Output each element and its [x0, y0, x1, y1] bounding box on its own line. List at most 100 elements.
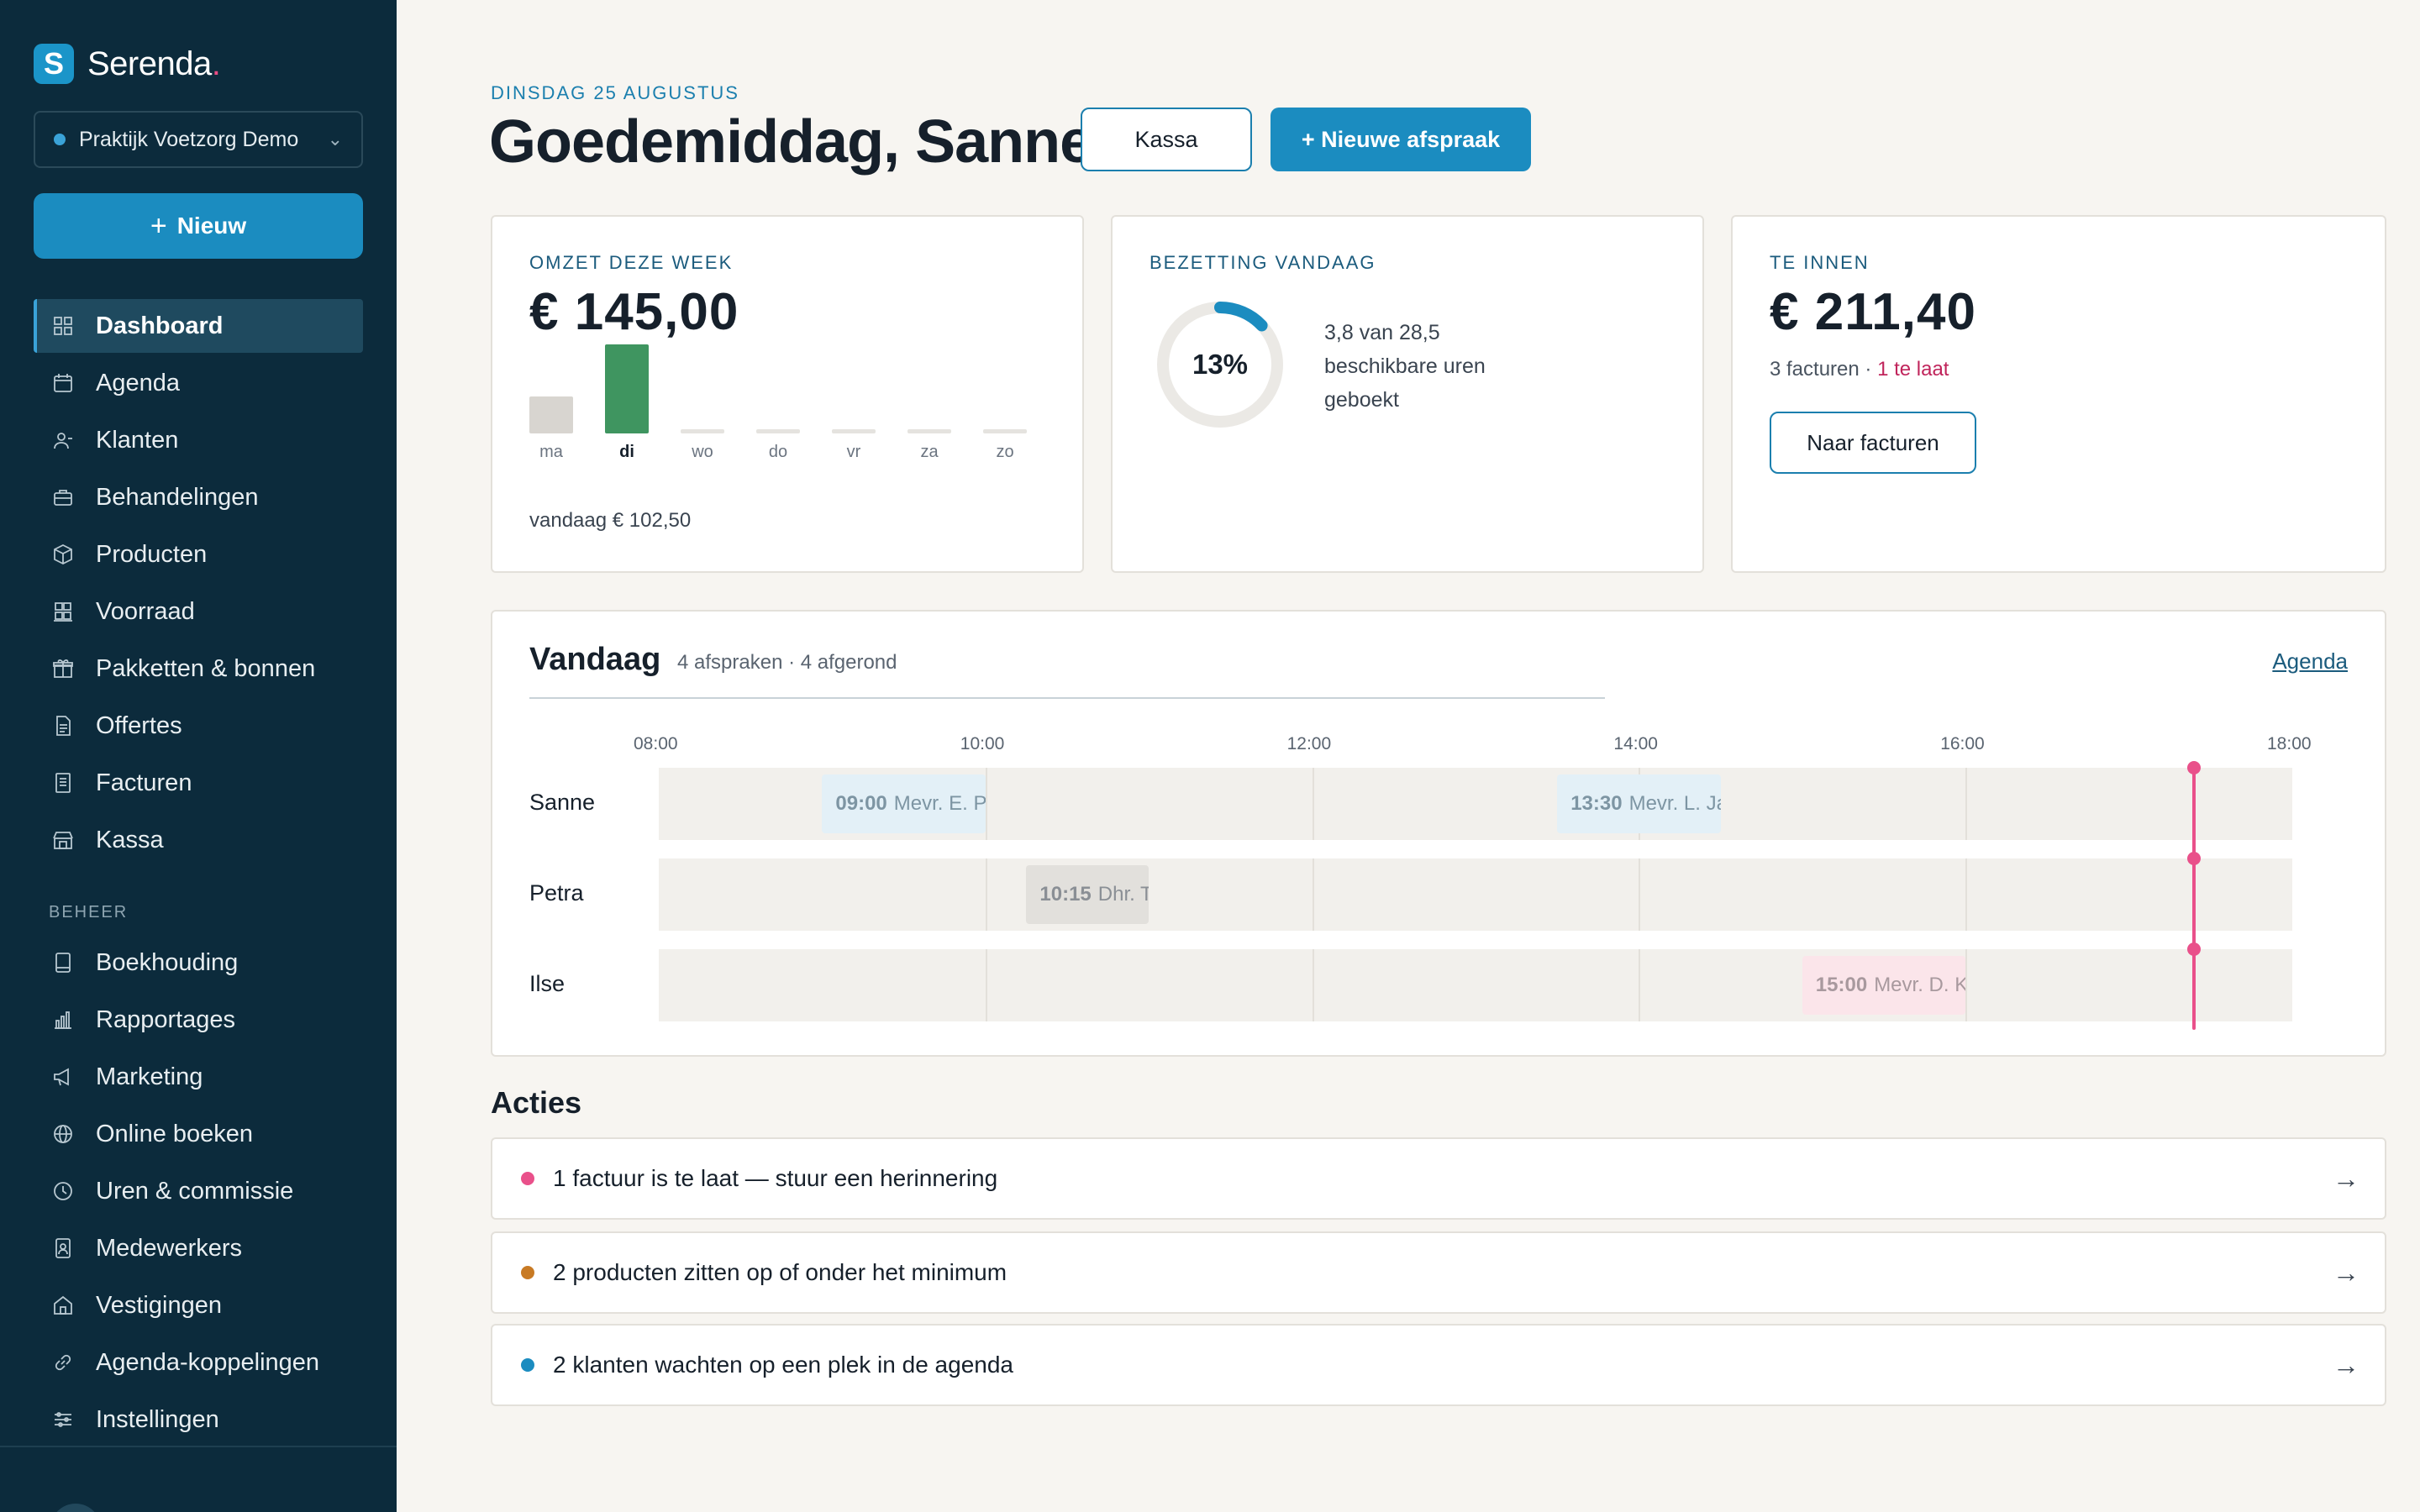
- bar-day-label: di: [619, 443, 634, 461]
- sidebar-item-marketing[interactable]: Marketing: [34, 1050, 363, 1104]
- brand-logo[interactable]: S Serenda.: [34, 44, 221, 84]
- hour-gridline: [1965, 768, 1968, 840]
- revenue-card: OMZET DEZE WEEK € 145,00 ma di wo do vr za zo …: [491, 215, 1084, 573]
- invoices-count: 3 facturen ·: [1770, 358, 1878, 381]
- stock-icon: [50, 599, 76, 624]
- register-icon: [50, 827, 76, 853]
- clock-icon: [50, 1179, 76, 1204]
- sidebar-item-boekhouding[interactable]: Boekhouding: [34, 936, 363, 990]
- bar-za: [908, 344, 951, 433]
- sidebar-item-facturen[interactable]: Facturen: [34, 756, 363, 810]
- sidebar-item-uren-commissie[interactable]: Uren & commissie: [34, 1164, 363, 1218]
- hour-label: 12:00: [1286, 734, 1332, 753]
- arrow-right-icon: →: [2333, 1163, 2360, 1194]
- sidebar-item-label: Instellingen: [96, 1405, 219, 1433]
- sidebar-item-vestigingen[interactable]: Vestigingen: [34, 1278, 363, 1332]
- sidebar-item-label: Klanten: [96, 426, 179, 454]
- new-button[interactable]: + Nieuw: [34, 193, 363, 259]
- sidebar-item-label: Voorraad: [96, 597, 195, 625]
- sidebar-item-offertes[interactable]: Offertes: [34, 699, 363, 753]
- bar-fill: [681, 429, 724, 433]
- briefcase-icon: [50, 485, 76, 510]
- sidebar-item-voorraad[interactable]: Voorraad: [34, 585, 363, 638]
- action-text: 2 producten zitten op of onder het minim…: [553, 1259, 1007, 1285]
- sidebar-item-agenda[interactable]: Agenda: [34, 356, 363, 410]
- staff-lane[interactable]: 15:00 Mevr. D. K: [659, 949, 2292, 1021]
- sidebar-item-label: Marketing: [96, 1063, 203, 1090]
- hour-gridline: [985, 768, 987, 840]
- actions-title: Acties: [491, 1085, 582, 1120]
- action-text: 1 factuur is te laat — stuur een herinne…: [553, 1165, 998, 1191]
- sidebar-divider: [0, 1446, 397, 1447]
- sidebar-item-medewerkers[interactable]: Medewerkers: [34, 1221, 363, 1275]
- staff-name: Sanne: [529, 790, 596, 815]
- sidebar-nav-main: Dashboard Agenda Klanten Behandelingen Produ…: [34, 299, 363, 870]
- hour-label: 16:00: [1940, 734, 1985, 753]
- sidebar-nav-beheer: Boekhouding Rapportages Marketing Online bo…: [34, 936, 363, 1450]
- chart-icon: [50, 1007, 76, 1032]
- today-schedule-card: Vandaag 4 afspraken · 4 afgerond Agenda …: [491, 610, 2386, 1057]
- building-icon: [50, 1293, 76, 1318]
- action-item[interactable]: 2 klanten wachten op een plek in de agen…: [491, 1324, 2386, 1406]
- bar-day-label: za: [920, 443, 939, 461]
- sidebar-item-online-boeken[interactable]: Online boeken: [34, 1107, 363, 1161]
- action-item[interactable]: 1 factuur is te laat — stuur een herinne…: [491, 1137, 2386, 1220]
- staff-name: Petra: [529, 880, 584, 906]
- sidebar-item-klanten[interactable]: Klanten: [34, 413, 363, 467]
- sidebar-item-agenda-koppelingen[interactable]: Agenda-koppelingen: [34, 1336, 363, 1389]
- revenue-week-chart: ma di wo do vr za zo: [529, 344, 1050, 465]
- sidebar-item-kassa[interactable]: Kassa: [34, 813, 363, 867]
- bar-fill: [605, 344, 649, 433]
- sidebar-item-producten[interactable]: Producten: [34, 528, 363, 581]
- action-item[interactable]: 2 producten zitten op of onder het minim…: [491, 1231, 2386, 1314]
- receivable-label: TE INNEN: [1770, 252, 1870, 273]
- hour-gridline: [1312, 949, 1314, 1021]
- sidebar-item-behandelingen[interactable]: Behandelingen: [34, 470, 363, 524]
- avatar[interactable]: [50, 1504, 101, 1512]
- hour-label: 18:00: [2267, 734, 2312, 753]
- book-icon: [50, 950, 76, 975]
- appointment-block[interactable]: 15:00 Mevr. D. K: [1802, 956, 1966, 1015]
- location-selector[interactable]: Praktijk Voetzorg Demo ⌄: [34, 111, 363, 168]
- location-label: Praktijk Voetzorg Demo: [79, 127, 299, 151]
- receivable-subtitle: 3 facturen · 1 te laat: [1770, 358, 1949, 381]
- sidebar-item-rapportages[interactable]: Rapportages: [34, 993, 363, 1047]
- appointment-block[interactable]: 10:15 Dhr. T: [1026, 865, 1150, 924]
- sidebar-item-label: Online boeken: [96, 1120, 254, 1147]
- new-button-label: Nieuw: [176, 213, 247, 239]
- sidebar-item-dashboard[interactable]: Dashboard: [34, 299, 363, 353]
- action-text: 2 klanten wachten op een plek in de agen…: [553, 1352, 1013, 1378]
- location-status-dot: [54, 134, 66, 145]
- sidebar-item-instellingen[interactable]: Instellingen: [34, 1393, 363, 1446]
- sidebar-item-label: Offertes: [96, 711, 182, 739]
- appointment-block[interactable]: 09:00 Mevr. E. P: [822, 774, 986, 833]
- hour-gridline: [985, 949, 987, 1021]
- sidebar-item-pakketten-bonnen[interactable]: Pakketten & bonnen: [34, 642, 363, 696]
- sidebar-item-label: Dashboard: [96, 312, 224, 339]
- hour-label: 10:00: [960, 734, 1005, 753]
- revenue-today-note: vandaag € 102,50: [529, 509, 692, 532]
- appointment-time: 13:30: [1570, 792, 1623, 815]
- badge-icon: [50, 1236, 76, 1261]
- appointment-time: 09:00: [835, 792, 887, 815]
- main-content: DINSDAG 25 AUGUSTUS Goedemiddag, Sanne K…: [397, 0, 2420, 1512]
- new-appointment-button[interactable]: + Nieuwe afspraak: [1270, 108, 1531, 171]
- now-indicator-line: [2192, 768, 2196, 1030]
- kassa-button[interactable]: Kassa: [1081, 108, 1252, 171]
- grid-icon: [50, 313, 76, 339]
- brand-icon: S: [34, 44, 74, 84]
- bar-wo: [681, 344, 724, 433]
- plus-icon: +: [150, 209, 167, 242]
- date-label: DINSDAG 25 AUGUSTUS: [491, 82, 739, 103]
- app-root: S Serenda. Praktijk Voetzorg Demo ⌄ + Ni…: [0, 0, 2420, 1512]
- to-invoices-button[interactable]: Naar facturen: [1770, 412, 1976, 474]
- staff-lane[interactable]: 10:15 Dhr. T: [659, 858, 2292, 931]
- agenda-link[interactable]: Agenda: [2272, 648, 2348, 675]
- box-icon: [50, 542, 76, 567]
- appointment-block[interactable]: 13:30 Mevr. L. Ja: [1557, 774, 1721, 833]
- occupancy-description: 3,8 van 28,5 beschikbare uren geboekt: [1324, 321, 1486, 412]
- sidebar-item-label: Boekhouding: [96, 948, 239, 976]
- late-invoices[interactable]: 1 te laat: [1877, 358, 1949, 381]
- sidebar-item-label: Behandelingen: [96, 483, 259, 511]
- staff-lane[interactable]: 09:00 Mevr. E. P 13:30 Mevr. L. Ja: [659, 768, 2292, 840]
